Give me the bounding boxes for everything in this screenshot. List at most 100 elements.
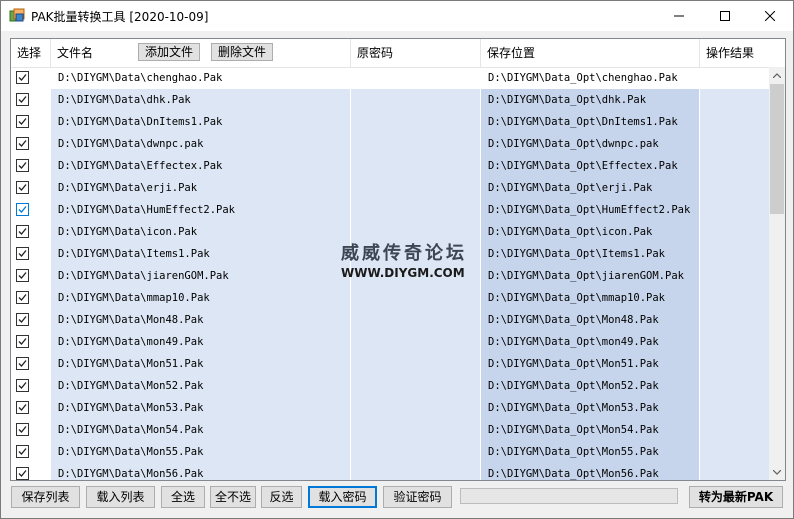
select-cell[interactable] — [11, 155, 51, 177]
row-checkbox[interactable] — [16, 93, 29, 106]
save-location-cell: D:\DIYGM\Data_Opt\DnItems1.Pak — [481, 111, 700, 133]
select-cell[interactable] — [11, 89, 51, 111]
table-row[interactable]: D:\DIYGM\Data\Mon51.Pak D:\DIYGM\Data_Opt… — [11, 353, 769, 375]
select-cell[interactable] — [11, 243, 51, 265]
progress-bar — [460, 488, 678, 504]
select-cell[interactable] — [11, 419, 51, 441]
table-row[interactable]: D:\DIYGM\Data\mmap10.Pak D:\DIYGM\Data_Op… — [11, 287, 769, 309]
minimize-button[interactable] — [656, 1, 702, 31]
row-checkbox[interactable] — [16, 71, 29, 84]
load-list-button[interactable]: 载入列表 — [86, 486, 155, 508]
checkmark-icon — [18, 448, 27, 455]
row-checkbox[interactable] — [16, 247, 29, 260]
header-filename-label: 文件名 — [57, 46, 94, 60]
convert-to-latest-pak-button[interactable]: 转为最新PAK — [689, 486, 783, 508]
save-location-cell: D:\DIYGM\Data_Opt\Mon55.Pak — [481, 441, 700, 463]
select-cell[interactable] — [11, 67, 51, 89]
result-cell — [700, 221, 769, 243]
table-row[interactable]: D:\DIYGM\Data\Mon55.Pak D:\DIYGM\Data_Opt… — [11, 441, 769, 463]
select-cell[interactable] — [11, 287, 51, 309]
header-result[interactable]: 操作结果 — [700, 39, 769, 67]
scroll-up-button[interactable] — [769, 67, 785, 83]
invert-selection-button[interactable]: 反选 — [261, 486, 302, 508]
table-row[interactable]: D:\DIYGM\Data\dhk.Pak D:\DIYGM\Data_Opt\d… — [11, 89, 769, 111]
delete-files-button[interactable]: 删除文件 — [211, 43, 273, 61]
original-password-cell — [351, 331, 481, 353]
scrollbar-thumb[interactable] — [770, 84, 784, 214]
select-cell[interactable] — [11, 265, 51, 287]
filename-cell: D:\DIYGM\Data\mmap10.Pak — [51, 287, 351, 309]
row-checkbox[interactable] — [16, 379, 29, 392]
table-row[interactable]: D:\DIYGM\Data\erji.Pak D:\DIYGM\Data_Opt\… — [11, 177, 769, 199]
select-all-button[interactable]: 全选 — [161, 486, 205, 508]
row-checkbox[interactable] — [16, 357, 29, 370]
verify-password-button[interactable]: 验证密码 — [383, 486, 452, 508]
save-location-cell: D:\DIYGM\Data_Opt\mon49.Pak — [481, 331, 700, 353]
row-checkbox[interactable] — [16, 269, 29, 282]
row-checkbox[interactable] — [16, 467, 29, 480]
add-files-button[interactable]: 添加文件 — [138, 43, 200, 61]
row-checkbox[interactable] — [16, 137, 29, 150]
row-checkbox[interactable] — [16, 335, 29, 348]
table-row[interactable]: D:\DIYGM\Data\Mon54.Pak D:\DIYGM\Data_Opt… — [11, 419, 769, 441]
table-row[interactable]: D:\DIYGM\Data\Mon56.Pak D:\DIYGM\Data_Opt… — [11, 463, 769, 480]
checkmark-icon — [18, 228, 27, 235]
table-row[interactable]: D:\DIYGM\Data\dwnpc.pak D:\DIYGM\Data_Opt… — [11, 133, 769, 155]
row-checkbox[interactable] — [16, 181, 29, 194]
title-bar: PAK批量转换工具 [2020-10-09] — [1, 1, 793, 31]
table-row[interactable]: D:\DIYGM\Data\mon49.Pak D:\DIYGM\Data_Opt… — [11, 331, 769, 353]
select-none-button[interactable]: 全不选 — [210, 486, 256, 508]
save-location-cell: D:\DIYGM\Data_Opt\dwnpc.pak — [481, 133, 700, 155]
row-checkbox[interactable] — [16, 225, 29, 238]
select-cell[interactable] — [11, 111, 51, 133]
table-row[interactable]: D:\DIYGM\Data\Effectex.Pak D:\DIYGM\Data_… — [11, 155, 769, 177]
checkmark-icon — [18, 206, 27, 213]
table-row[interactable]: D:\DIYGM\Data\Mon53.Pak D:\DIYGM\Data_Opt… — [11, 397, 769, 419]
row-checkbox[interactable] — [16, 291, 29, 304]
select-cell[interactable] — [11, 309, 51, 331]
original-password-cell — [351, 397, 481, 419]
row-checkbox[interactable] — [16, 115, 29, 128]
save-location-cell: D:\DIYGM\Data_Opt\Mon48.Pak — [481, 309, 700, 331]
table-row[interactable]: D:\DIYGM\Data\HumEffect2.Pak D:\DIYGM\Dat… — [11, 199, 769, 221]
row-checkbox[interactable] — [16, 313, 29, 326]
header-filename[interactable]: 文件名 — [51, 39, 351, 67]
header-select[interactable]: 选择 — [11, 39, 51, 67]
result-cell — [700, 89, 769, 111]
select-cell[interactable] — [11, 375, 51, 397]
maximize-button[interactable] — [702, 1, 748, 31]
original-password-cell — [351, 287, 481, 309]
original-password-cell — [351, 375, 481, 397]
table-row[interactable]: D:\DIYGM\Data\chenghao.Pak D:\DIYGM\Data_… — [11, 67, 769, 89]
save-location-cell: D:\DIYGM\Data_Opt\mmap10.Pak — [481, 287, 700, 309]
select-cell[interactable] — [11, 221, 51, 243]
save-location-cell: D:\DIYGM\Data_Opt\Mon54.Pak — [481, 419, 700, 441]
table-row[interactable]: D:\DIYGM\Data\DnItems1.Pak D:\DIYGM\Data_… — [11, 111, 769, 133]
select-cell[interactable] — [11, 397, 51, 419]
close-button[interactable] — [747, 1, 793, 31]
scroll-down-button[interactable] — [769, 464, 785, 480]
table-row[interactable]: D:\DIYGM\Data\Mon52.Pak D:\DIYGM\Data_Opt… — [11, 375, 769, 397]
row-checkbox[interactable] — [16, 445, 29, 458]
checkmark-icon — [18, 470, 27, 477]
select-cell[interactable] — [11, 177, 51, 199]
select-cell[interactable] — [11, 463, 51, 480]
load-password-button[interactable]: 载入密码 — [308, 486, 377, 508]
filename-cell: D:\DIYGM\Data\Mon56.Pak — [51, 463, 351, 480]
row-checkbox[interactable] — [16, 401, 29, 414]
vertical-scrollbar[interactable] — [769, 67, 785, 480]
header-original-password[interactable]: 原密码 — [351, 39, 481, 67]
save-location-cell: D:\DIYGM\Data_Opt\erji.Pak — [481, 177, 700, 199]
row-checkbox[interactable] — [16, 159, 29, 172]
select-cell[interactable] — [11, 353, 51, 375]
row-checkbox[interactable] — [16, 423, 29, 436]
select-cell[interactable] — [11, 133, 51, 155]
filename-cell: D:\DIYGM\Data\Mon55.Pak — [51, 441, 351, 463]
row-checkbox[interactable] — [16, 203, 29, 216]
table-row[interactable]: D:\DIYGM\Data\Mon48.Pak D:\DIYGM\Data_Opt… — [11, 309, 769, 331]
save-list-button[interactable]: 保存列表 — [11, 486, 80, 508]
select-cell[interactable] — [11, 441, 51, 463]
select-cell[interactable] — [11, 199, 51, 221]
select-cell[interactable] — [11, 331, 51, 353]
header-save-location[interactable]: 保存位置 — [481, 39, 700, 67]
